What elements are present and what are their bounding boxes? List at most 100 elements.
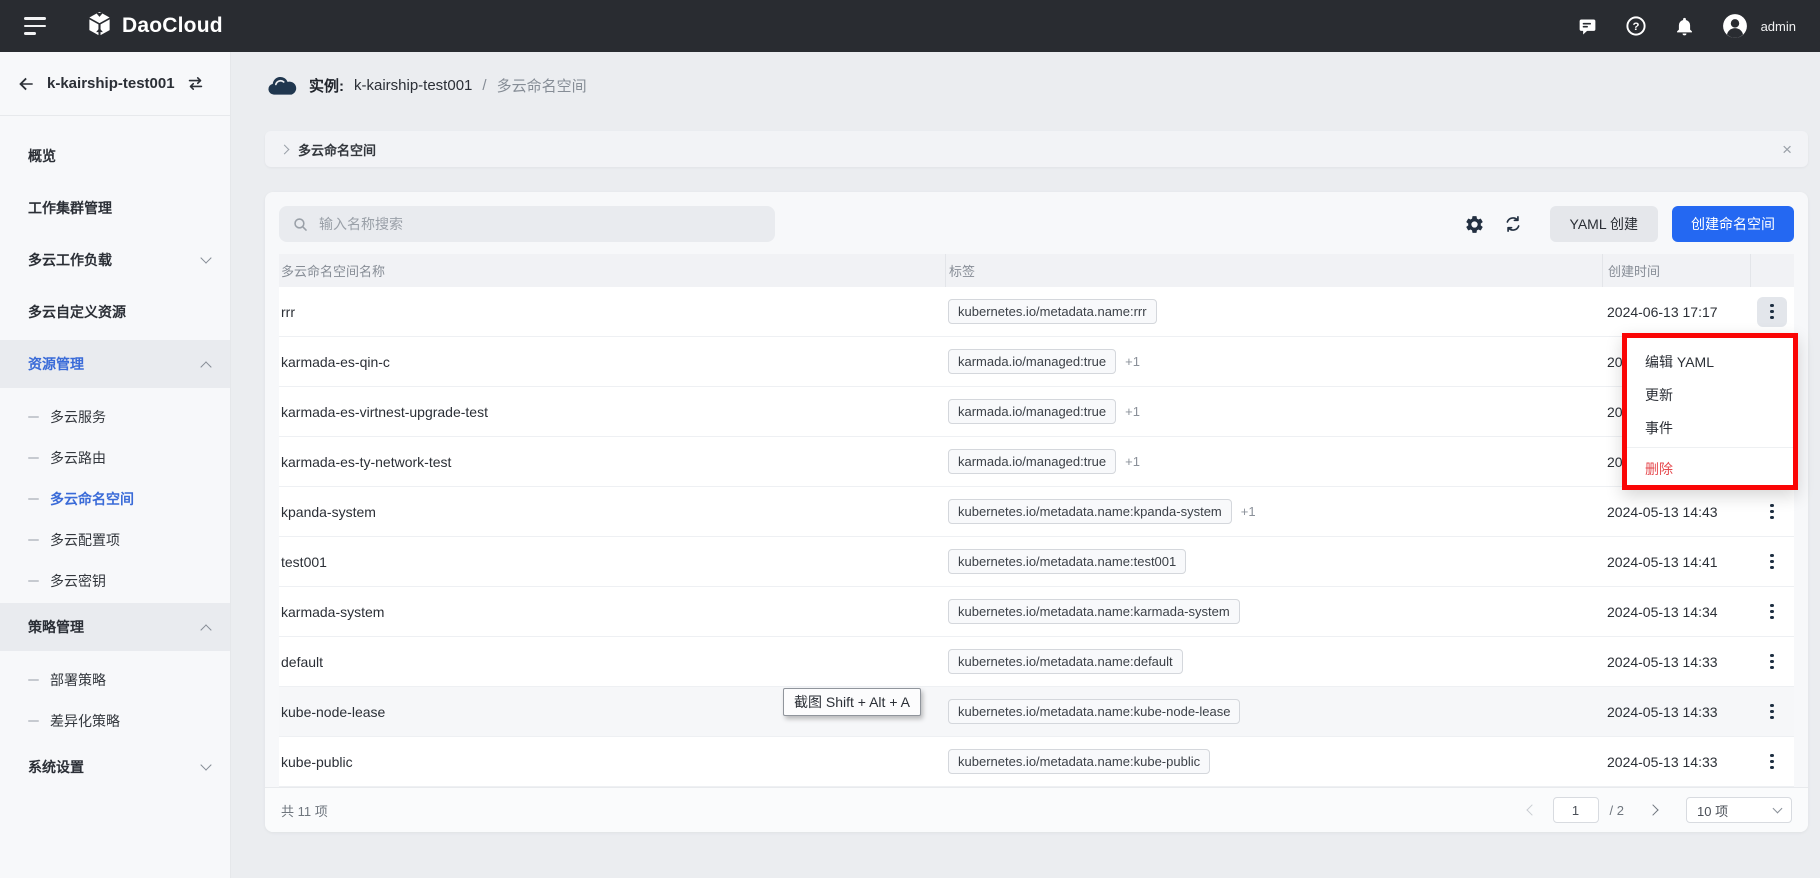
sidebar-item-overview[interactable]: 概览 (0, 130, 230, 182)
column-header-name[interactable]: 多云命名空间名称 (279, 254, 945, 287)
label-chip: kubernetes.io/metadata.name:kpanda-syste… (948, 499, 1232, 524)
page-size-select[interactable]: 10 项 (1686, 797, 1792, 823)
sidebar-item-label: 多云工作负载 (28, 250, 112, 270)
sidebar-item-system-settings[interactable]: 系统设置 (0, 741, 230, 793)
sidebar-item-multicloud-routes[interactable]: 多云路由 (0, 437, 230, 478)
sidebar-item-multicloud-configmaps[interactable]: 多云配置项 (0, 519, 230, 560)
page-size-value: 10 项 (1697, 801, 1728, 820)
chevron-down-icon (200, 759, 211, 770)
created-time: 2024-05-13 14:34 (1602, 604, 1750, 620)
switch-instance-icon[interactable] (186, 74, 205, 93)
notification-bell-icon[interactable] (1674, 16, 1695, 37)
user-avatar[interactable] (1722, 13, 1748, 39)
help-icon[interactable]: ? (1625, 15, 1647, 37)
label-chip: karmada.io/managed:true (948, 349, 1116, 374)
sidebar-item-label: 工作集群管理 (28, 198, 112, 218)
context-menu-item-events[interactable]: 事件 (1627, 411, 1793, 444)
row-actions-kebab-button[interactable] (1757, 747, 1787, 777)
labels-cell: kubernetes.io/metadata.name:kpanda-syste… (945, 499, 1602, 524)
dash-icon (28, 498, 39, 500)
table-row: kube-node-leasekubernetes.io/metadata.na… (279, 687, 1794, 737)
context-menu-item-update[interactable]: 更新 (1627, 378, 1793, 411)
screenshot-tooltip: 截图 Shift + Alt + A (783, 688, 921, 716)
column-header-created[interactable]: 创建时间 (1602, 254, 1750, 287)
sidebar-item-resource-mgmt[interactable]: 资源管理 (0, 340, 230, 388)
table-body: rrrkubernetes.io/metadata.name:rrr2024-0… (279, 287, 1794, 787)
label-more-count[interactable]: +1 (1125, 454, 1140, 469)
page-number-input[interactable] (1553, 797, 1599, 823)
sidebar-item-worker-cluster-mgmt[interactable]: 工作集群管理 (0, 182, 230, 234)
actions-cell (1750, 597, 1794, 627)
actions-cell (1750, 297, 1794, 327)
create-namespace-button[interactable]: 创建命名空间 (1672, 206, 1794, 242)
total-pages-label: / 2 (1610, 803, 1624, 818)
breadcrumb-separator: / (482, 77, 486, 94)
actions-cell (1750, 547, 1794, 577)
brand-name: DaoCloud (122, 14, 223, 38)
previous-page-icon[interactable] (1526, 804, 1537, 815)
created-time: 2024-05-13 14:33 (1602, 704, 1750, 720)
search-input[interactable] (317, 215, 762, 233)
back-arrow-icon[interactable] (16, 74, 36, 94)
refresh-icon[interactable] (1502, 213, 1524, 235)
row-actions-kebab-button[interactable] (1757, 597, 1787, 627)
labels-cell: kubernetes.io/metadata.name:kube-node-le… (945, 699, 1602, 724)
actions-cell (1750, 497, 1794, 527)
sidebar-item-deploy-policies[interactable]: 部署策略 (0, 659, 230, 700)
sidebar-item-label: 多云命名空间 (50, 489, 134, 509)
brand-logo[interactable]: DaoCloud (86, 10, 223, 42)
label-chip: kubernetes.io/metadata.name:kube-public (948, 749, 1210, 774)
chevron-right-icon[interactable] (280, 144, 290, 154)
gear-icon[interactable] (1464, 213, 1486, 235)
table-row: kpanda-systemkubernetes.io/metadata.name… (279, 487, 1794, 537)
labels-cell: kubernetes.io/metadata.name:karmada-syst… (945, 599, 1602, 624)
dash-icon (28, 416, 39, 418)
total-items-label: 共 11 项 (281, 801, 328, 820)
table-header: 多云命名空间名称 标签 创建时间 (279, 254, 1794, 287)
sidebar-item-label: 多云服务 (50, 407, 106, 427)
instance-switcher: k-kairship-test001 (0, 52, 230, 116)
annotation-highlight-box: 编辑 YAML更新事件删除 (1622, 333, 1798, 490)
label-more-count[interactable]: +1 (1241, 504, 1256, 519)
table-footer: 共 11 项 / 2 10 项 (265, 787, 1808, 832)
row-actions-kebab-button[interactable] (1757, 297, 1787, 327)
label-more-count[interactable]: +1 (1125, 404, 1140, 419)
label-chip: kubernetes.io/metadata.name:rrr (948, 299, 1157, 324)
sidebar-item-multicloud-secrets[interactable]: 多云密钥 (0, 560, 230, 601)
close-icon[interactable]: × (1782, 141, 1792, 158)
created-time: 2024-05-13 14:33 (1602, 754, 1750, 770)
instance-name[interactable]: k-kairship-test001 (47, 75, 175, 92)
hamburger-menu-icon[interactable] (24, 17, 48, 35)
row-actions-kebab-button[interactable] (1757, 547, 1787, 577)
context-menu-item-edit-yaml[interactable]: 编辑 YAML (1627, 345, 1793, 378)
instance-prefix-label: 实例: (309, 75, 344, 96)
collapsible-banner: 多云命名空间 × (265, 131, 1808, 167)
breadcrumb-instance-name[interactable]: k-kairship-test001 (354, 77, 472, 94)
label-more-count[interactable]: +1 (1125, 354, 1140, 369)
sidebar-item-policy-mgmt[interactable]: 策略管理 (0, 603, 230, 651)
context-menu-item-delete[interactable]: 删除 (1627, 452, 1793, 485)
sidebar-item-multicloud-namespaces[interactable]: 多云命名空间 (0, 478, 230, 519)
username-label[interactable]: admin (1761, 19, 1796, 34)
table-row: kube-publickubernetes.io/metadata.name:k… (279, 737, 1794, 787)
sidebar-item-multicloud-custom-resources[interactable]: 多云自定义资源 (0, 286, 230, 338)
row-actions-kebab-button[interactable] (1757, 697, 1787, 727)
created-time: 2024-05-13 14:43 (1602, 504, 1750, 520)
row-actions-kebab-button[interactable] (1757, 497, 1787, 527)
column-header-labels[interactable]: 标签 (945, 254, 1602, 287)
row-actions-kebab-button[interactable] (1757, 647, 1787, 677)
chat-icon[interactable] (1577, 16, 1598, 37)
dash-icon (28, 580, 39, 582)
actions-cell (1750, 747, 1794, 777)
label-chip: kubernetes.io/metadata.name:karmada-syst… (948, 599, 1240, 624)
sidebar-item-differentiation-policies[interactable]: 差异化策略 (0, 700, 230, 741)
actions-cell (1750, 647, 1794, 677)
sidebar-item-label: 多云自定义资源 (28, 302, 126, 322)
sidebar-item-multicloud-workloads[interactable]: 多云工作负载 (0, 234, 230, 286)
labels-cell: kubernetes.io/metadata.name:default (945, 649, 1602, 674)
sidebar-item-multicloud-services[interactable]: 多云服务 (0, 396, 230, 437)
side-nav: 概览工作集群管理多云工作负载多云自定义资源资源管理多云服务多云路由多云命名空间多… (0, 116, 230, 793)
yaml-create-button[interactable]: YAML 创建 (1550, 206, 1658, 242)
column-header-actions (1750, 254, 1794, 287)
next-page-icon[interactable] (1647, 804, 1658, 815)
